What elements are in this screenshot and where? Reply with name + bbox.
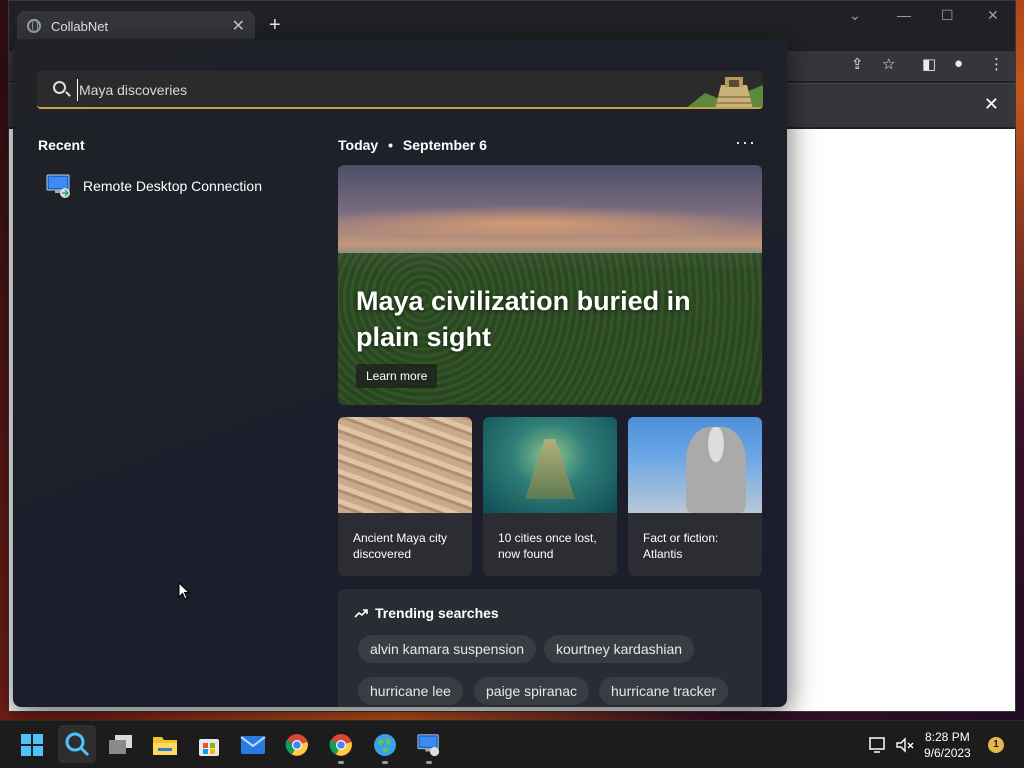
maximize-button[interactable]: ☐ bbox=[941, 7, 954, 24]
trending-up-icon bbox=[354, 609, 368, 618]
star-icon[interactable]: ☆ bbox=[882, 55, 895, 73]
date-label: September 6 bbox=[402, 137, 487, 153]
monitor-icon bbox=[869, 737, 885, 753]
search-icon bbox=[53, 81, 66, 94]
clock-date: 9/6/2023 bbox=[924, 746, 971, 760]
trending-heading: Trending searches bbox=[354, 605, 499, 621]
trending-searches-panel: Trending searches alvin kamara suspensio… bbox=[338, 589, 762, 707]
news-card-lost-cities[interactable]: 10 cities once lost, now found bbox=[483, 417, 617, 576]
taskbar: 8:28 PM 9/6/2023 1 bbox=[0, 720, 1024, 768]
running-indicator bbox=[426, 761, 432, 764]
close-window-button[interactable]: ✕ bbox=[987, 7, 999, 24]
mail-icon bbox=[240, 736, 266, 754]
tab-title: CollabNet bbox=[51, 18, 109, 34]
start-button[interactable] bbox=[17, 730, 47, 760]
temple-illustration-icon bbox=[685, 71, 763, 107]
chrome-icon bbox=[285, 734, 308, 756]
chrome-icon bbox=[329, 734, 352, 756]
trending-chip[interactable]: alvin kamara suspension bbox=[358, 635, 537, 663]
file-explorer-button[interactable] bbox=[150, 730, 180, 760]
profile-icon[interactable]: ● bbox=[954, 55, 963, 72]
search-input[interactable] bbox=[77, 79, 637, 101]
speaker-icon bbox=[896, 737, 914, 753]
volume-muted-icon[interactable] bbox=[890, 730, 920, 760]
mouse-cursor-icon bbox=[178, 582, 190, 600]
new-tab-button[interactable]: + bbox=[269, 14, 281, 37]
running-indicator bbox=[338, 761, 344, 764]
remote-desktop-taskbar-button[interactable] bbox=[414, 730, 444, 764]
recent-item-remote-desktop[interactable]: Remote Desktop Connection bbox=[45, 173, 262, 199]
card-caption: Fact or fiction: Atlantis bbox=[643, 531, 719, 561]
system-clock[interactable]: 8:28 PM 9/6/2023 bbox=[924, 729, 971, 761]
tab-close-button[interactable]: ✕ bbox=[232, 16, 245, 36]
close-infobar-icon[interactable]: ✕ bbox=[984, 94, 999, 115]
browser-tab[interactable]: CollabNet ✕ bbox=[17, 11, 255, 41]
underwater-city-image bbox=[483, 417, 617, 513]
card-caption: Ancient Maya city discovered bbox=[353, 531, 448, 561]
share-icon[interactable]: ⇪ bbox=[851, 55, 864, 73]
globe-app-button[interactable] bbox=[370, 730, 400, 764]
task-view-button[interactable] bbox=[106, 730, 136, 760]
recent-item-label: Remote Desktop Connection bbox=[83, 178, 262, 194]
bullet-separator: • bbox=[388, 137, 393, 153]
news-card-atlantis[interactable]: Fact or fiction: Atlantis bbox=[628, 417, 762, 576]
taskbar-search-button[interactable] bbox=[58, 725, 96, 763]
chrome-button[interactable] bbox=[282, 730, 312, 760]
carving-image bbox=[338, 417, 472, 513]
news-card-maya-city[interactable]: Ancient Maya city discovered bbox=[338, 417, 472, 576]
remote-desktop-icon bbox=[417, 734, 440, 757]
side-panel-icon[interactable]: ◧ bbox=[922, 55, 936, 73]
learn-more-button[interactable]: Learn more bbox=[356, 364, 438, 388]
today-label: Today bbox=[338, 137, 379, 153]
trending-title: Trending searches bbox=[375, 605, 499, 621]
card-caption: 10 cities once lost, now found bbox=[498, 531, 597, 561]
chrome-button-2[interactable] bbox=[326, 730, 356, 764]
hero-title: Maya civilization buried in plain sight bbox=[356, 286, 691, 352]
trending-chip[interactable]: paige spiranac bbox=[474, 677, 590, 705]
minimize-button[interactable]: — bbox=[897, 7, 911, 23]
chevron-down-icon[interactable]: ⌄ bbox=[849, 7, 861, 24]
trending-chip[interactable]: hurricane tracker bbox=[599, 677, 729, 705]
recent-heading: Recent bbox=[38, 137, 85, 153]
windows-logo-icon bbox=[21, 734, 43, 756]
statue-image bbox=[628, 417, 762, 513]
today-header: Today • September 6 bbox=[338, 137, 487, 153]
running-indicator bbox=[382, 761, 388, 764]
globe-app-icon bbox=[374, 734, 396, 756]
file-explorer-icon bbox=[153, 737, 177, 755]
search-icon bbox=[65, 732, 90, 757]
notification-badge[interactable]: 1 bbox=[988, 737, 1004, 753]
globe-icon bbox=[27, 19, 41, 33]
remote-desktop-icon bbox=[46, 174, 70, 198]
trending-chip[interactable]: kourtney kardashian bbox=[544, 635, 695, 663]
hero-sky bbox=[338, 205, 762, 235]
task-view-icon bbox=[109, 735, 132, 754]
clock-time: 8:28 PM bbox=[925, 730, 970, 744]
microsoft-store-button[interactable] bbox=[194, 730, 224, 760]
more-options-button[interactable]: ··· bbox=[735, 132, 756, 153]
search-box[interactable] bbox=[37, 71, 763, 109]
mail-button[interactable] bbox=[238, 730, 268, 760]
trending-chip[interactable]: hurricane lee bbox=[358, 677, 463, 705]
microsoft-store-icon bbox=[199, 739, 219, 756]
search-flyout: Recent Remote Desktop Connection Today •… bbox=[13, 39, 787, 707]
menu-icon[interactable]: ⋮ bbox=[989, 55, 1004, 73]
hero-card[interactable]: Maya civilization buried in plain sight … bbox=[338, 165, 762, 405]
